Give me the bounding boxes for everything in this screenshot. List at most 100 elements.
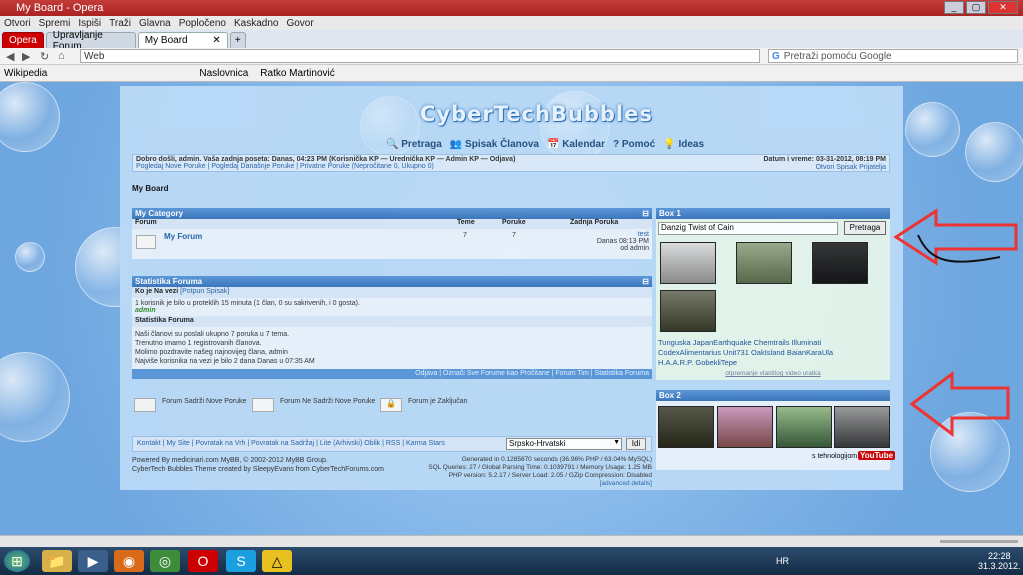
video-thumbnail[interactable] [658,406,714,448]
upload-video-link[interactable]: otpremanje vlastitog video uratka [656,370,890,377]
opera-icon[interactable]: O [188,550,218,572]
tab-my-board[interactable]: My Board ✕ [137,32,228,48]
debug-line: SQL Queries: 27 / Global Parsing Time: 0… [428,464,652,471]
help-link[interactable]: ? Pomoć [613,139,655,150]
forum-link[interactable]: My Forum [164,232,202,241]
firefox-icon[interactable]: ◉ [114,550,144,572]
box2-title: Box 2 [656,390,890,401]
site-logo[interactable]: CyberTechBubbles [420,102,652,126]
new-posts-icon [134,398,156,412]
footer-links[interactable]: Kontakt | My Site | Povratak na Vrh | Po… [137,440,445,447]
stats-header[interactable]: Statistika Foruma ⊟ [132,276,652,287]
language-select[interactable]: Srpsko-Hrvatski ▼ [506,438,622,450]
video-thumbnail[interactable] [776,406,832,448]
go-button[interactable]: Idi [626,438,646,450]
media-player-icon[interactable]: ▶ [78,550,108,572]
close-button[interactable]: ✕ [988,1,1018,14]
last-post-link[interactable]: test [597,231,649,238]
maximize-button[interactable]: ▢ [966,1,986,14]
tag-line[interactable]: Tunguska JapanEarthquake Chemtrails Illu… [658,338,833,348]
video-thumbnail[interactable] [660,290,716,332]
close-tab-icon[interactable]: ✕ [212,35,220,46]
menu-label: Ispiši [78,17,102,29]
video-thumbnail[interactable] [660,242,716,284]
tab-bar: Opera Upravljanje Forum... My Board ✕ + [0,30,1023,52]
video-thumbnail[interactable] [834,406,890,448]
skype-icon[interactable]: S [226,550,256,572]
home-icon[interactable]: ⌂ [58,50,65,62]
window-titlebar: My Board - Opera _ ▢ ✕ [0,0,1023,16]
stats-bottom-links[interactable]: Odjava | Označi Sve Forume kao Pročitane… [132,369,652,379]
menu-print[interactable]: Ispiši [78,18,101,29]
video-search-input[interactable]: Danzig Twist of Cain [658,222,838,235]
zoom-slider[interactable] [940,540,1018,543]
memberlist-link[interactable]: 👥 Spisak Članova [450,139,539,150]
menu-label: Otvori [4,17,31,29]
datetime-label: Datum i vreme: 03-31-2012, 08:19 PM [763,156,886,163]
video-search-button[interactable]: Pretraga [844,221,886,235]
clock-date: 31.3.2012. [978,561,1021,571]
footer-links-bar: Kontakt | My Site | Povratak na Vrh | Po… [132,436,652,452]
youtube-credit: s tehnologijom [812,453,858,460]
bookmark-naslovnica[interactable]: Naslovnica [199,68,248,79]
url-field[interactable]: Web [80,49,760,63]
lock-icon: 🔒 [380,398,402,412]
menu-cascade[interactable]: Kaskadno [234,18,278,29]
collapse-icon[interactable]: ⊟ [642,277,649,286]
search-field[interactable]: G Pretraži pomoću Google [768,49,1018,63]
status-bar [0,535,1023,547]
video-thumbnail[interactable] [736,242,792,284]
menu-find[interactable]: Traži [109,18,131,29]
start-button[interactable]: ⊞ [4,550,30,572]
new-tab-button[interactable]: + [229,32,246,48]
menu-voice[interactable]: Govor [286,18,313,29]
bubble-decoration [0,82,60,152]
forward-icon[interactable]: ▶ [22,50,30,63]
language-indicator[interactable]: HR [776,556,789,566]
reload-icon[interactable]: ↻ [40,50,49,63]
menu-home[interactable]: Glavna [139,18,171,29]
stats-line: Trenutno imamo 1 registrovanih članova. [135,340,262,347]
youtube-logo[interactable]: YouTube [858,451,896,460]
chrome-icon[interactable]: ◎ [150,550,180,572]
full-list-link[interactable]: [Potpun Spisak] [180,288,229,295]
collapse-icon[interactable]: ⊟ [642,209,649,218]
minimize-button[interactable]: _ [944,1,964,14]
breadcrumb[interactable]: My Board [132,184,168,193]
app-icon[interactable]: △ [262,550,292,572]
opera-menu-button[interactable]: Opera [2,32,44,48]
back-icon[interactable]: ◀ [6,50,14,63]
online-text: 1 korisnik je bilo u proteklih 15 minuta… [135,300,360,307]
menu-save[interactable]: Spremi [39,18,71,29]
bookmark-wikipedia[interactable]: Wikipedia [4,68,47,79]
menu-open[interactable]: Otvori [4,18,31,29]
category-header[interactable]: My Category ⊟ [132,208,652,219]
tab-upravljanje[interactable]: Upravljanje Forum... [45,30,136,52]
calendar-link[interactable]: 📅 Kalendar [547,139,605,150]
video-tags[interactable]: Tunguska JapanEarthquake Chemtrails Illu… [658,338,833,368]
chevron-down-icon: ▼ [613,439,620,446]
video-thumbnail[interactable] [717,406,773,448]
welcome-line2[interactable]: Pogledaj Nove Poruke | Pogledaj Današnje… [136,163,886,170]
tag-line[interactable]: CodexAlimentarius Unit731 OakIsland Baia… [658,348,833,358]
col-posts: Poruke [502,219,526,226]
arrow-annotation-box2 [909,371,1010,437]
box1-title: Box 1 [656,208,890,219]
stats-title: Statistika Foruma [135,277,203,286]
advanced-details-link[interactable]: [advanced details] [428,480,652,488]
who-online-label: Ko je Na vezi [135,288,179,295]
post-count: 7 [512,232,516,239]
explorer-icon[interactable]: 📁 [42,550,72,572]
stats-table: Statistika Foruma ⊟ Ko je Na vezi [Potpun… [132,276,652,379]
online-user[interactable]: admin [135,307,649,314]
tag-line[interactable]: H.A.A.R.P. GobekliTepe [658,358,833,368]
address-bar: ◀ ▶ ↻ ⌂ Web G Pretraži pomoću Google [0,48,1023,65]
video-thumbnail[interactable] [812,242,868,284]
bookmark-ratko[interactable]: Ratko Martinović [260,68,334,79]
window-title: My Board - Opera [16,2,104,14]
clock[interactable]: 22:28 31.3.2012. [978,551,1021,571]
ideas-link[interactable]: 💡 Ideas [663,139,704,150]
menu-tile[interactable]: Popločeno [179,18,226,29]
search-link[interactable]: 🔍 Pretraga [386,139,442,150]
friends-list-link[interactable]: Otvori Spisak Prijatelja [816,164,886,171]
